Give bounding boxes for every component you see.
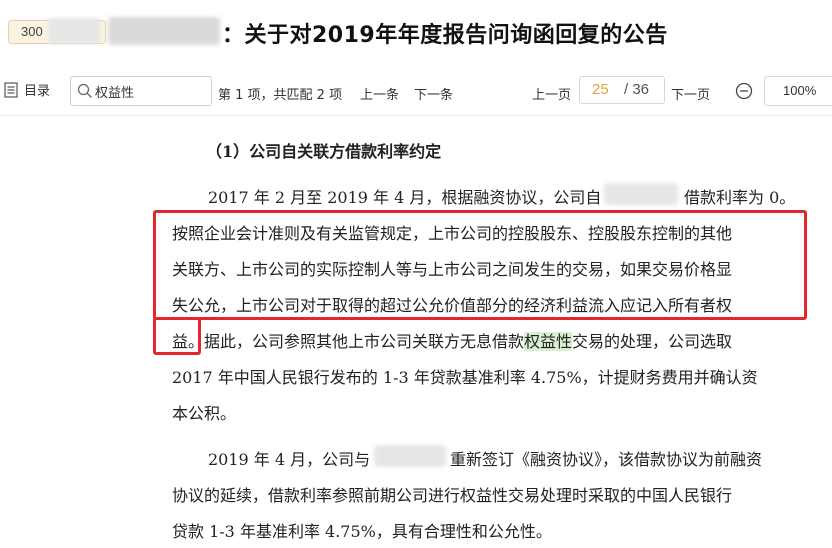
document-header: 300 ：关于对2019年年度报告问询函回复的公告 bbox=[0, 0, 832, 66]
redacted-lender-name bbox=[604, 183, 678, 205]
current-page: 25 bbox=[592, 81, 609, 98]
paragraph-line: 本公积。 bbox=[172, 404, 237, 423]
section-heading: （1）公司自关联方借款利率约定 bbox=[206, 142, 442, 161]
paragraph-line: 借款利率为 0。 bbox=[684, 188, 796, 207]
next-match-button[interactable]: 下一条 bbox=[414, 84, 453, 103]
redacted-counterparty-name bbox=[374, 445, 446, 467]
zoom-level-box[interactable]: 100% bbox=[764, 76, 832, 106]
search-icon bbox=[77, 83, 92, 98]
redacted-company-name bbox=[108, 17, 220, 45]
search-input[interactable] bbox=[95, 82, 205, 100]
annotation-box-main bbox=[153, 210, 807, 320]
line-text: 交易的处理，公司选取 bbox=[572, 332, 733, 351]
next-page-button[interactable]: 下一页 bbox=[671, 84, 710, 103]
viewer-toolbar: 目录 第 1 项，共匹配 2 项 上一条 下一条 上一页 25 / 36 下一页… bbox=[0, 66, 832, 116]
zoom-out-icon[interactable] bbox=[735, 82, 753, 100]
paragraph-line: 重新签订《融资协议》，该借款协议为前融资 bbox=[450, 450, 763, 469]
match-info: 第 1 项，共匹配 2 项 bbox=[218, 88, 343, 103]
line-text: 据此，公司参照其他上市公司关联方无息借款 bbox=[204, 332, 525, 351]
paragraph-line: 贷款 1-3 年基准利率 4.75%，具有合理性和公允性。 bbox=[172, 522, 552, 541]
toc-icon bbox=[4, 82, 18, 98]
total-pages: / 36 bbox=[624, 81, 650, 98]
annotation-box-small bbox=[153, 317, 201, 355]
toc-button[interactable]: 目录 bbox=[4, 80, 50, 99]
paragraph-line-highlighted: 益。据此，公司参照其他上市公司关联方无息借款权益性交易的处理，公司选取 bbox=[172, 328, 732, 352]
redacted-company-code bbox=[48, 18, 100, 44]
paragraph-line: 2017 年中国人民银行发布的 1-3 年贷款基准利率 4.75%，计提财务费用… bbox=[172, 368, 758, 387]
prev-page-button[interactable]: 上一页 bbox=[532, 84, 571, 103]
paragraph-line: 2017 年 2 月至 2019 年 4 月，根据融资协议，公司自 bbox=[208, 188, 602, 207]
page-number-input[interactable]: 25 / 36 bbox=[579, 76, 665, 104]
paragraph-line: 协议的延续，借款利率参照前期公司进行权益性交易处理时采取的中国人民银行 bbox=[172, 486, 733, 505]
search-match-highlight: 权益性 bbox=[524, 332, 573, 351]
stock-code: 300 bbox=[21, 24, 43, 39]
zoom-level: 100% bbox=[783, 83, 817, 98]
document-page: （1）公司自关联方借款利率约定 2017 年 2 月至 2019 年 4 月，根… bbox=[0, 116, 832, 548]
document-title: ：关于对2019年年度报告问询函回复的公告 bbox=[222, 23, 668, 48]
prev-match-button[interactable]: 上一条 bbox=[360, 84, 399, 103]
search-box[interactable] bbox=[70, 76, 212, 106]
toc-label: 目录 bbox=[24, 84, 51, 99]
paragraph-line: 2019 年 4 月，公司与 bbox=[208, 450, 371, 469]
